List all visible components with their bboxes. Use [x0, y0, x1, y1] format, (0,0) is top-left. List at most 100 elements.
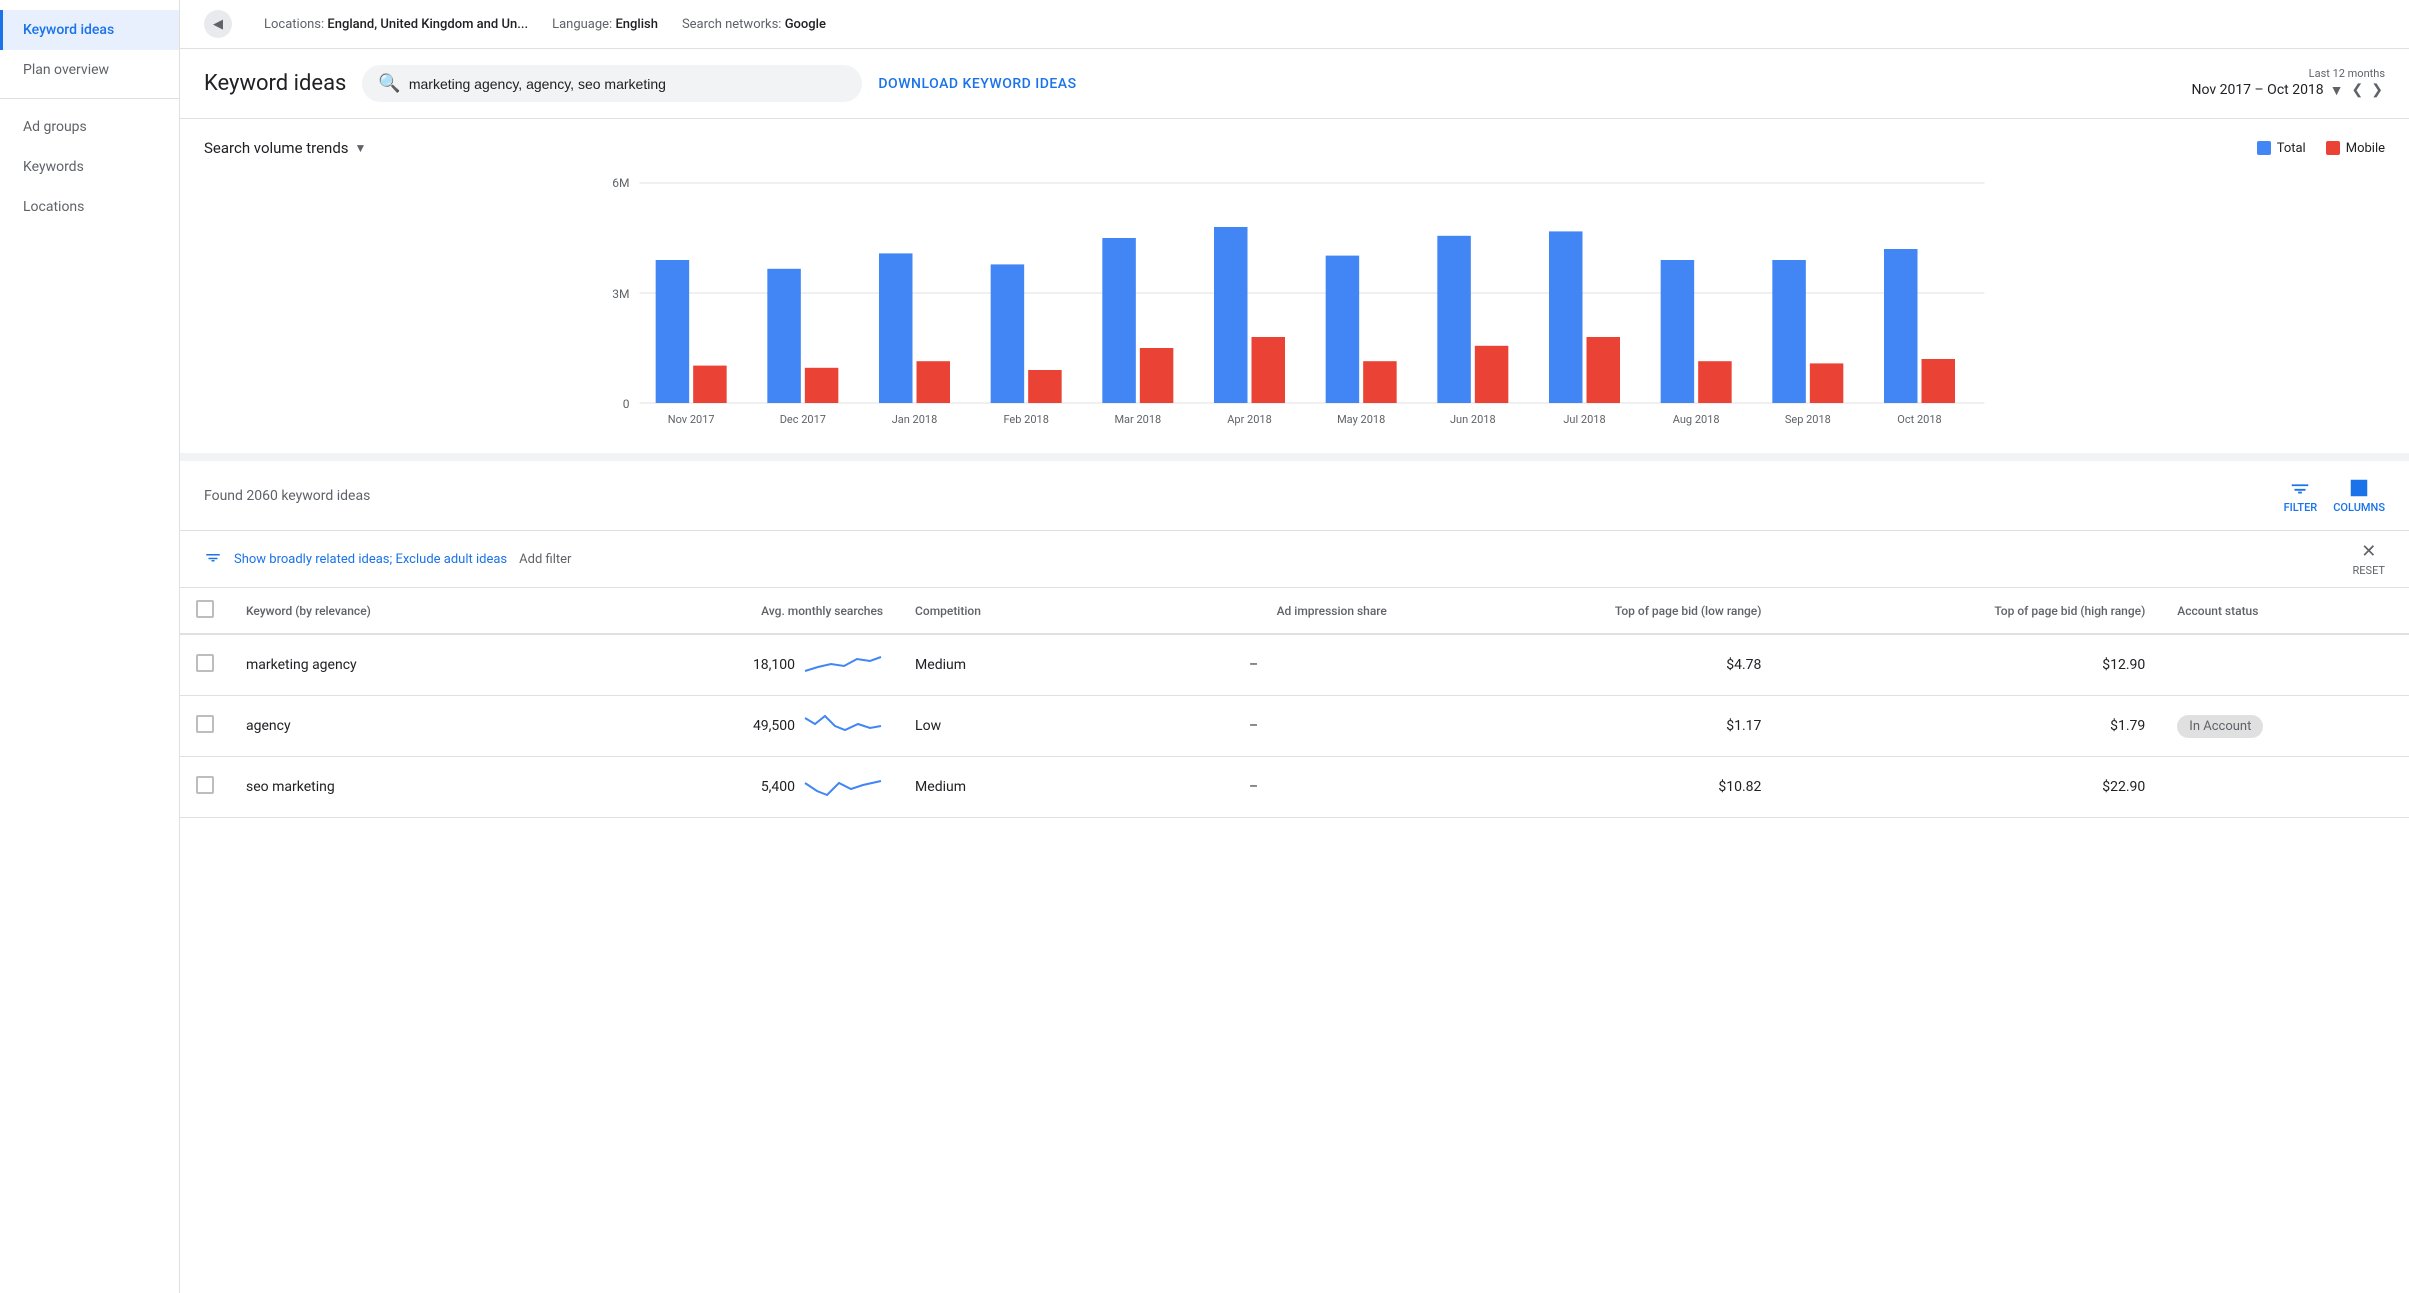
- keyword-cell: agency: [230, 696, 559, 757]
- svg-text:Jan 2018: Jan 2018: [892, 413, 938, 426]
- svg-text:3M: 3M: [612, 287, 629, 301]
- avg-monthly-cell: 5,400: [559, 757, 899, 817]
- sidebar-divider: [0, 98, 179, 99]
- row-checkbox-cell: [180, 757, 230, 818]
- keyword-cell: seo marketing: [230, 757, 559, 818]
- svg-text:Jun 2018: Jun 2018: [1450, 413, 1496, 426]
- row-checkbox[interactable]: [196, 654, 214, 672]
- date-value-row: Nov 2017 – Oct 2018 ▼ ❮ ❯: [2191, 80, 2385, 101]
- trend-sparkline: [803, 710, 883, 742]
- svg-text:Dec 2017: Dec 2017: [780, 413, 826, 426]
- page-title: Keyword ideas: [204, 71, 346, 96]
- top-page-high-cell: $12.90: [1777, 634, 2161, 696]
- select-all-checkbox[interactable]: [196, 600, 214, 618]
- header-account-status: Account status: [2161, 588, 2409, 634]
- sidebar-item-keywords[interactable]: Keywords: [0, 147, 179, 187]
- top-page-high-cell: $22.90: [1777, 757, 2161, 818]
- locations-value: England, United Kingdom and Un...: [327, 17, 528, 32]
- sidebar-item-keyword-ideas[interactable]: Keyword ideas: [0, 10, 179, 50]
- date-label: Last 12 months: [2309, 67, 2385, 80]
- legend-total-box: [2257, 141, 2271, 155]
- legend-total: Total: [2257, 141, 2306, 156]
- legend-mobile-box: [2326, 141, 2340, 155]
- legend-mobile-label: Mobile: [2346, 141, 2385, 156]
- chart-dropdown-icon[interactable]: ▼: [355, 141, 367, 155]
- sidebar-item-plan-overview[interactable]: Plan overview: [0, 50, 179, 90]
- table-row: agency49,500Low–$1.17$1.79In Account: [180, 696, 2409, 757]
- networks-label: Search networks:: [682, 17, 782, 32]
- chart-header: Search volume trends ▼ Total Mobile: [204, 139, 2385, 157]
- date-prev-button[interactable]: ❮: [2350, 80, 2366, 100]
- row-checkbox[interactable]: [196, 776, 214, 794]
- chart-area: 6M 3M 0 Nov 2017 Dec 2017 Jan 2018 Feb 2018…: [204, 173, 2385, 433]
- app-layout: Keyword ideasPlan overviewAd groupsKeywo…: [0, 0, 2409, 1293]
- download-button[interactable]: DOWNLOAD KEYWORD IDEAS: [878, 76, 1076, 92]
- svg-text:Oct 2018: Oct 2018: [1897, 413, 1941, 426]
- avg-monthly-value: 49,500: [753, 718, 795, 734]
- sidebar: Keyword ideasPlan overview Ad groupsKeywo…: [0, 0, 180, 1293]
- table-toolbar: Found 2060 keyword ideas FILTER COLUMNS: [180, 461, 2409, 531]
- top-bar: ◀ Locations: England, United Kingdom and…: [180, 0, 2409, 49]
- row-checkbox-cell: [180, 696, 230, 757]
- table-row: seo marketing5,400Medium–$10.82$22.90: [180, 757, 2409, 818]
- svg-text:Feb 2018: Feb 2018: [1003, 413, 1048, 426]
- header-avg-monthly: Avg. monthly searches: [559, 588, 899, 634]
- filter-bar: Show broadly related ideas; Exclude adul…: [180, 531, 2409, 588]
- table-row: marketing agency18,100Medium–$4.78$12.90: [180, 634, 2409, 696]
- ad-impression-cell: –: [1104, 696, 1402, 757]
- columns-button[interactable]: COLUMNS: [2333, 477, 2385, 514]
- svg-text:Apr 2018: Apr 2018: [1227, 413, 1272, 426]
- row-checkbox-cell: [180, 634, 230, 696]
- row-checkbox[interactable]: [196, 715, 214, 733]
- language-label: Language:: [552, 17, 612, 32]
- top-page-high-cell: $1.79: [1777, 696, 2161, 757]
- main-content: ◀ Locations: England, United Kingdom and…: [180, 0, 2409, 1293]
- keyword-cell: marketing agency: [230, 634, 559, 696]
- table-body: marketing agency18,100Medium–$4.78$12.90…: [180, 634, 2409, 818]
- svg-text:May 2018: May 2018: [1337, 413, 1385, 426]
- header-competition: Competition: [899, 588, 1104, 634]
- ad-impression-cell: –: [1104, 634, 1402, 696]
- networks-value: Google: [785, 17, 826, 32]
- locations-label: Locations:: [264, 17, 324, 32]
- toolbar-actions: FILTER COLUMNS: [2284, 477, 2385, 514]
- avg-monthly-cell: 49,500: [559, 696, 899, 756]
- svg-text:Nov 2017: Nov 2017: [668, 413, 715, 426]
- page-header: Keyword ideas 🔍 DOWNLOAD KEYWORD IDEAS L…: [180, 49, 2409, 119]
- top-page-low-cell: $1.17: [1403, 696, 1778, 757]
- close-filter-button[interactable]: ✕ RESET: [2353, 541, 2385, 577]
- networks-item: Search networks: Google: [682, 17, 826, 32]
- sidebar-item-locations[interactable]: Locations: [0, 187, 179, 227]
- chart-legend: Total Mobile: [2257, 141, 2385, 156]
- account-status-cell: [2161, 634, 2409, 696]
- svg-text:Sep 2018: Sep 2018: [1785, 413, 1831, 426]
- collapse-button[interactable]: ◀: [204, 10, 232, 38]
- filter-text[interactable]: Show broadly related ideas; Exclude adul…: [234, 552, 507, 567]
- date-dropdown-icon[interactable]: ▼: [2328, 80, 2346, 101]
- trend-sparkline: [803, 771, 883, 803]
- date-next-button[interactable]: ❯: [2369, 80, 2385, 100]
- trend-sparkline: [803, 649, 883, 681]
- columns-label: COLUMNS: [2333, 501, 2385, 514]
- sidebar-item-ad-groups[interactable]: Ad groups: [0, 107, 179, 147]
- account-status-cell: In Account: [2161, 696, 2409, 757]
- add-filter-text[interactable]: Add filter: [519, 552, 571, 567]
- date-value: Nov 2017 – Oct 2018: [2191, 82, 2323, 98]
- reset-label: RESET: [2353, 564, 2385, 577]
- filter-button[interactable]: FILTER: [2284, 477, 2318, 514]
- search-icon: 🔍: [378, 73, 400, 94]
- search-input[interactable]: [409, 76, 847, 92]
- date-range: Last 12 months Nov 2017 – Oct 2018 ▼ ❮ ❯: [2191, 67, 2385, 101]
- header-checkbox-cell: [180, 588, 230, 634]
- svg-text:0: 0: [623, 397, 630, 411]
- ad-impression-cell: –: [1104, 757, 1402, 818]
- legend-total-label: Total: [2277, 141, 2306, 156]
- header-top-high: Top of page bid (high range): [1777, 588, 2161, 634]
- chart-section: Search volume trends ▼ Total Mobile: [180, 119, 2409, 461]
- avg-monthly-value: 18,100: [753, 657, 795, 673]
- svg-text:6M: 6M: [612, 176, 629, 190]
- legend-mobile: Mobile: [2326, 141, 2385, 156]
- header-keyword: Keyword (by relevance): [230, 588, 559, 634]
- svg-text:Mar 2018: Mar 2018: [1114, 413, 1161, 426]
- search-bar[interactable]: 🔍: [362, 65, 862, 102]
